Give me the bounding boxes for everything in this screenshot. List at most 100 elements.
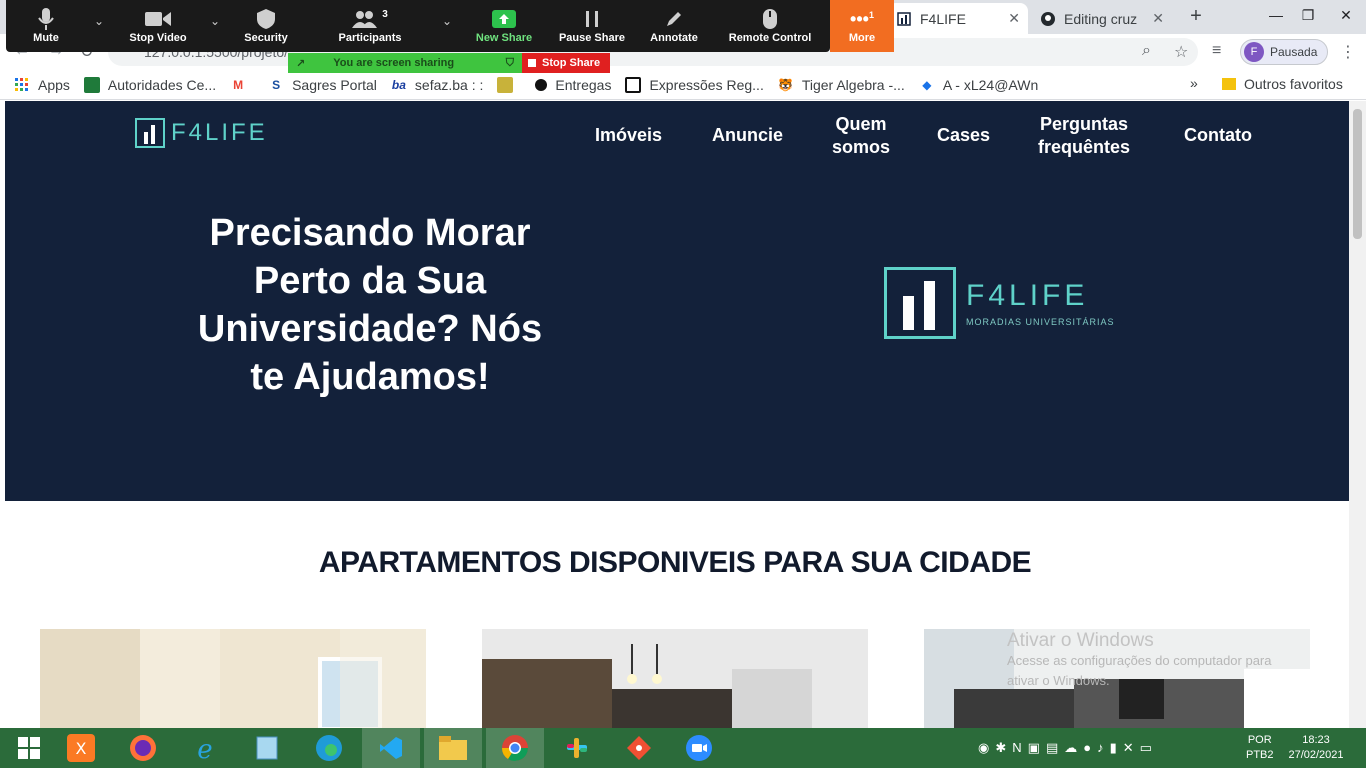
github-icon bbox=[1040, 11, 1056, 27]
stop-square-icon bbox=[528, 59, 536, 67]
new-share-button[interactable]: New Share bbox=[464, 6, 544, 44]
participants-count: 3 bbox=[382, 8, 388, 20]
more-button[interactable]: •••1 More bbox=[830, 0, 894, 52]
battery-icon[interactable]: ▮ bbox=[1110, 740, 1117, 756]
clock[interactable]: 18:23 27/02/2021 bbox=[1284, 733, 1348, 763]
minimize-icon[interactable]: — bbox=[1260, 0, 1292, 30]
bookmark-tiger[interactable]: 🐯 Tiger Algebra -... bbox=[778, 77, 904, 93]
bookmark-contact[interactable] bbox=[497, 76, 521, 93]
media-queue-icon[interactable]: ≡ bbox=[1212, 42, 1221, 60]
menu-kebab-icon[interactable]: ⋮ bbox=[1340, 42, 1356, 62]
zoom-icon[interactable] bbox=[670, 728, 728, 768]
security-button[interactable]: Security bbox=[226, 6, 306, 44]
scrollbar-thumb[interactable] bbox=[1353, 109, 1362, 239]
tab-f4life[interactable]: F4LIFE ✕ bbox=[888, 3, 1028, 34]
onenote-tray-icon[interactable]: N bbox=[1012, 740, 1021, 756]
tab-close-icon[interactable]: ✕ bbox=[1008, 10, 1020, 27]
remote-control-button[interactable]: Remote Control bbox=[720, 6, 820, 44]
nav-imoveis[interactable]: Imóveis bbox=[595, 124, 662, 147]
hero-logo-subtitle: MORADIAS UNIVERSITÁRIAS bbox=[966, 317, 1115, 327]
bookmark-sagres[interactable]: S Sagres Portal bbox=[268, 77, 377, 93]
other-bookmarks[interactable]: Outros favoritos bbox=[1222, 76, 1343, 92]
windows-start-icon[interactable] bbox=[0, 728, 58, 768]
notepad-icon[interactable] bbox=[238, 728, 296, 768]
nav-perguntas[interactable]: Perguntas frequêntes bbox=[1038, 113, 1130, 159]
xampp-icon[interactable]: X bbox=[52, 728, 110, 768]
zoom-search-icon[interactable]: ⌕ bbox=[1142, 42, 1151, 60]
pause-share-button[interactable]: Pause Share bbox=[552, 6, 632, 44]
mute-button[interactable]: Mute bbox=[6, 6, 86, 44]
bookmarks-overflow-button[interactable]: » bbox=[1190, 75, 1198, 91]
chrome-icon[interactable] bbox=[486, 728, 544, 768]
nav-quem-somos[interactable]: Quem somos bbox=[832, 113, 890, 159]
hero-logo-name: F4LIFE bbox=[966, 279, 1089, 312]
keyboard-layout: PTB2 bbox=[1246, 749, 1274, 761]
chevron-down-icon[interactable]: ⌄ bbox=[94, 14, 104, 28]
edge-icon[interactable] bbox=[300, 728, 358, 768]
cube-icon: ◆ bbox=[922, 77, 932, 92]
annotate-button[interactable]: Annotate bbox=[634, 6, 714, 44]
tab-editing[interactable]: Editing cruz ✕ bbox=[1032, 3, 1172, 34]
new-tab-button[interactable]: + bbox=[1184, 5, 1208, 28]
button-label: Security bbox=[244, 32, 288, 44]
section-title: APARTAMENTOS DISPONIVEIS PARA SUA CIDADE bbox=[318, 546, 1032, 579]
slack-tray-icon[interactable]: ✱ bbox=[995, 740, 1006, 756]
volume-icon[interactable]: ♪ bbox=[1097, 740, 1104, 756]
chevron-down-icon[interactable]: ⌄ bbox=[442, 14, 452, 28]
input-language[interactable]: POR PTB2 bbox=[1246, 733, 1274, 763]
internet-explorer-icon[interactable]: e bbox=[176, 728, 234, 768]
vpn-tray-icon[interactable]: ● bbox=[1083, 740, 1091, 756]
firefox-icon[interactable] bbox=[114, 728, 172, 768]
screen-sharing-banner[interactable]: ↗ You are screen sharing ⛉ bbox=[288, 53, 522, 73]
web-page: F4LIFE Imóveis Anuncie Quem somos Cases … bbox=[5, 101, 1349, 728]
button-label: Pause Share bbox=[558, 32, 626, 44]
site-logo[interactable]: F4LIFE bbox=[135, 118, 268, 148]
nav-cases[interactable]: Cases bbox=[937, 124, 990, 147]
watermark-line: Acesse as configurações do computador pa… bbox=[1007, 653, 1272, 668]
more-dots-icon: •••1 bbox=[850, 9, 874, 29]
nav-contato[interactable]: Contato bbox=[1184, 124, 1252, 147]
zoom-tray-icon[interactable]: ◉ bbox=[978, 740, 989, 756]
bookmark-star-icon[interactable]: ☆ bbox=[1174, 42, 1188, 62]
other-bookmarks-label: Outros favoritos bbox=[1244, 76, 1343, 92]
chevron-down-icon[interactable]: ⌄ bbox=[210, 14, 220, 28]
tab-close-icon[interactable]: ✕ bbox=[1152, 10, 1164, 27]
maximize-icon[interactable]: ❐ bbox=[1292, 0, 1324, 30]
status-tray-icon[interactable]: ▤ bbox=[1046, 740, 1058, 756]
participants-button[interactable]: 3 Participants bbox=[330, 6, 410, 45]
xampp-tray-icon[interactable]: ▣ bbox=[1028, 740, 1040, 756]
bookmark-gmail[interactable]: M bbox=[230, 77, 254, 93]
slack-icon[interactable] bbox=[548, 728, 606, 768]
bookmark-expressoes[interactable]: Expressões Reg... bbox=[625, 76, 764, 93]
stop-share-button[interactable]: Stop Share bbox=[522, 53, 610, 73]
sharing-text: You are screen sharing bbox=[333, 57, 455, 69]
apartment-card-image[interactable] bbox=[40, 629, 426, 728]
f4life-favicon-icon bbox=[896, 11, 912, 27]
profile-button[interactable]: F Pausada bbox=[1240, 39, 1329, 65]
bookmark-apps[interactable]: Apps bbox=[14, 77, 70, 93]
page-scrollbar[interactable] bbox=[1349, 101, 1366, 728]
tiger-icon: 🐯 bbox=[778, 77, 794, 92]
profile-label: Pausada bbox=[1270, 45, 1318, 59]
network-tray-icon[interactable]: ☁ bbox=[1064, 740, 1077, 756]
regex-icon bbox=[625, 76, 642, 93]
git-icon[interactable] bbox=[610, 728, 668, 768]
close-window-icon[interactable]: ✕ bbox=[1330, 0, 1362, 30]
disconnect-icon[interactable]: ✕ bbox=[1123, 740, 1134, 756]
hero-section: F4LIFE Imóveis Anuncie Quem somos Cases … bbox=[5, 101, 1349, 501]
bookmark-autoridades[interactable]: Autoridades Ce... bbox=[83, 76, 216, 93]
bookmark-label: Sagres Portal bbox=[292, 76, 377, 93]
bookmark-sefaz[interactable]: ba sefaz.ba : : bbox=[391, 76, 484, 93]
apartment-card-image[interactable] bbox=[482, 629, 868, 728]
stop-video-button[interactable]: Stop Video bbox=[118, 6, 198, 44]
logo-text: F4LIFE bbox=[171, 119, 268, 146]
shield-check-icon: ⛉ bbox=[505, 56, 514, 69]
bookmark-aws[interactable]: ◆ A - xL24@AWn bbox=[919, 77, 1038, 93]
bookmark-entregas[interactable]: Entregas bbox=[535, 77, 611, 93]
nav-anuncie[interactable]: Anuncie bbox=[712, 124, 783, 147]
file-explorer-icon[interactable] bbox=[424, 728, 482, 768]
bookmark-label: sefaz.ba : : bbox=[414, 76, 484, 93]
tab-title: F4LIFE bbox=[920, 10, 966, 27]
display-icon[interactable]: ▭ bbox=[1140, 740, 1152, 756]
vscode-icon[interactable] bbox=[362, 728, 420, 768]
